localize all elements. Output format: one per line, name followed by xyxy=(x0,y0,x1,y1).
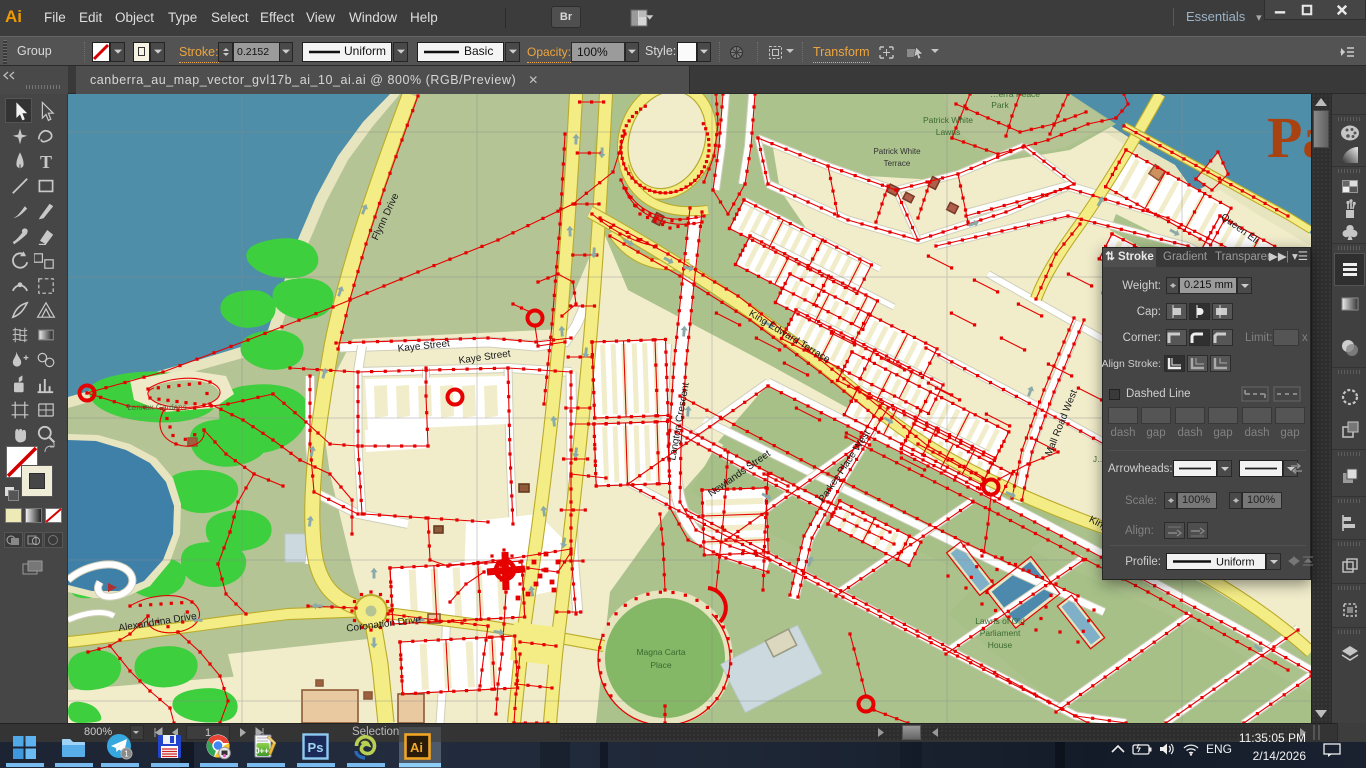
svg-text:T: T xyxy=(40,152,52,172)
svg-text:Lennox Gardens: Lennox Gardens xyxy=(127,403,186,412)
svg-text:Lawns of Old: Lawns of Old xyxy=(975,616,1025,626)
svg-text:Terrace: Terrace xyxy=(884,159,911,168)
svg-text:Parliament: Parliament xyxy=(980,628,1021,638)
svg-text:Ai: Ai xyxy=(410,740,423,755)
svg-text:Uniform: Uniform xyxy=(1216,557,1255,569)
svg-text:House: House xyxy=(988,640,1013,650)
svg-text:Pa: Pa xyxy=(1267,105,1311,170)
svg-text:Magna Carta: Magna Carta xyxy=(636,647,685,657)
svg-text:Patrick White: Patrick White xyxy=(923,115,973,125)
svg-text:…erra Peace: …erra Peace xyxy=(990,94,1040,99)
svg-text:1: 1 xyxy=(124,750,129,759)
svg-text:Park: Park xyxy=(991,100,1009,110)
svg-text:0++: 0++ xyxy=(255,747,269,756)
svg-text:Place: Place xyxy=(650,660,672,670)
svg-text:Lawns: Lawns xyxy=(936,127,961,137)
svg-text:Patrick White: Patrick White xyxy=(873,147,921,156)
svg-text:Ps: Ps xyxy=(308,740,324,755)
